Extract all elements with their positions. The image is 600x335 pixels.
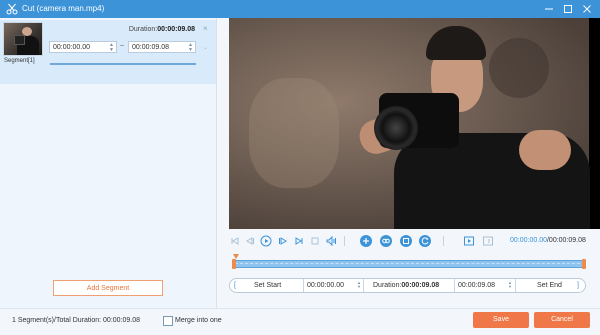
merge-label[interactable]: Merge into one <box>175 317 222 324</box>
skip-end-icon[interactable] <box>293 235 305 247</box>
time-stepper[interactable]: ▲ ▼ <box>109 43 114 53</box>
duplicate-icon[interactable] <box>400 235 412 247</box>
divider <box>515 279 516 292</box>
remove-segment-icon[interactable]: × <box>203 24 208 33</box>
cancel-button[interactable]: Cancel <box>534 312 590 328</box>
scissors-icon <box>6 3 18 15</box>
trim-end-input[interactable]: 00:00:09.08 <box>458 280 495 291</box>
bracket-left-icon: [ <box>234 282 236 289</box>
segment-duration: Duration:00:00:09.08 <box>45 26 195 33</box>
segment-thumbnail <box>3 22 43 56</box>
trim-timeline[interactable] <box>229 254 586 270</box>
playback-timecode: 00:00:00.00/00:00:09.08 <box>510 236 586 246</box>
trim-duration-label: Duration: <box>373 282 402 289</box>
skip-start-icon[interactable] <box>229 235 241 247</box>
trim-duration-value: 00:00:09.08 <box>401 282 440 289</box>
timeline-dash <box>235 263 580 264</box>
divider <box>344 236 345 246</box>
divider <box>454 279 455 292</box>
trim-controls: [ Set Start 00:00:00.00 ▲ ▼ Duration:00:0… <box>229 278 586 293</box>
save-button[interactable]: Save <box>473 312 529 328</box>
current-time: 00:00:00.00 <box>510 237 547 244</box>
trim-range-bar[interactable] <box>233 260 584 268</box>
maximize-icon[interactable] <box>561 2 575 16</box>
video-preview <box>229 18 600 229</box>
window-title: Cut (camera man.mp4) <box>22 4 105 13</box>
set-start-button[interactable]: Set Start <box>254 279 281 292</box>
reset-icon[interactable] <box>419 235 431 247</box>
minimize-icon[interactable] <box>542 2 556 16</box>
stop-icon[interactable] <box>309 235 321 247</box>
time-stepper[interactable]: ▲ ▼ <box>508 281 512 289</box>
close-icon[interactable] <box>580 2 594 16</box>
volume-icon[interactable] <box>325 235 337 247</box>
total-time: /00:00:09.08 <box>546 237 586 244</box>
add-segment-button[interactable]: Add Segment <box>53 280 163 296</box>
playback-controls: 00:00:00.00/00:00:09.08 <box>229 232 600 250</box>
start-trim-handle[interactable] <box>232 259 236 269</box>
play-icon[interactable] <box>260 235 272 247</box>
trim-start-input[interactable]: 00:00:00.00 <box>307 280 344 291</box>
prev-frame-icon[interactable] <box>244 235 256 247</box>
divider <box>363 279 364 292</box>
duration-value: 00:00:09.08 <box>157 26 195 33</box>
collapse-icon[interactable]: ⌄ <box>203 44 208 51</box>
segment-end-value: 00:00:09.08 <box>132 44 169 51</box>
footer-bar: 1 Segment(s)/Total Duration: 00:00:09.08… <box>0 308 600 335</box>
set-end-marker-icon[interactable] <box>482 235 494 247</box>
duration-label: Duration: <box>128 26 158 33</box>
set-end-button[interactable]: Set End <box>537 279 562 292</box>
add-icon[interactable] <box>360 235 372 247</box>
segment-start-value: 00:00:00.00 <box>53 44 90 51</box>
segment-card[interactable]: Duration:00:00:09.08 00:00:00.00 ▲ ▼ ~ 00… <box>0 20 216 84</box>
divider <box>303 279 304 292</box>
segments-summary: 1 Segment(s)/Total Duration: 00:00:09.08 <box>12 317 141 324</box>
title-bar: Cut (camera man.mp4) <box>0 0 600 18</box>
segment-end-input[interactable]: 00:00:09.08 ▲ ▼ <box>128 41 196 53</box>
segment-panel: Duration:00:00:09.08 00:00:00.00 ▲ ▼ ~ 00… <box>0 18 217 308</box>
next-frame-icon[interactable] <box>277 235 289 247</box>
trim-duration: Duration:00:00:09.08 <box>373 279 439 292</box>
time-stepper[interactable]: ▲ ▼ <box>357 281 361 289</box>
segment-label: Segment[1] <box>4 58 35 64</box>
time-stepper[interactable]: ▲ ▼ <box>188 43 193 53</box>
bracket-right-icon: ] <box>577 282 579 289</box>
playhead-marker[interactable] <box>233 254 239 259</box>
segment-range-line <box>50 63 196 65</box>
divider <box>443 236 444 246</box>
range-separator: ~ <box>120 43 125 50</box>
set-start-marker-icon[interactable] <box>463 235 475 247</box>
segment-start-input[interactable]: 00:00:00.00 ▲ ▼ <box>49 41 117 53</box>
end-trim-handle[interactable] <box>582 259 586 269</box>
merge-checkbox[interactable] <box>163 316 173 326</box>
copy-icon[interactable] <box>380 235 392 247</box>
